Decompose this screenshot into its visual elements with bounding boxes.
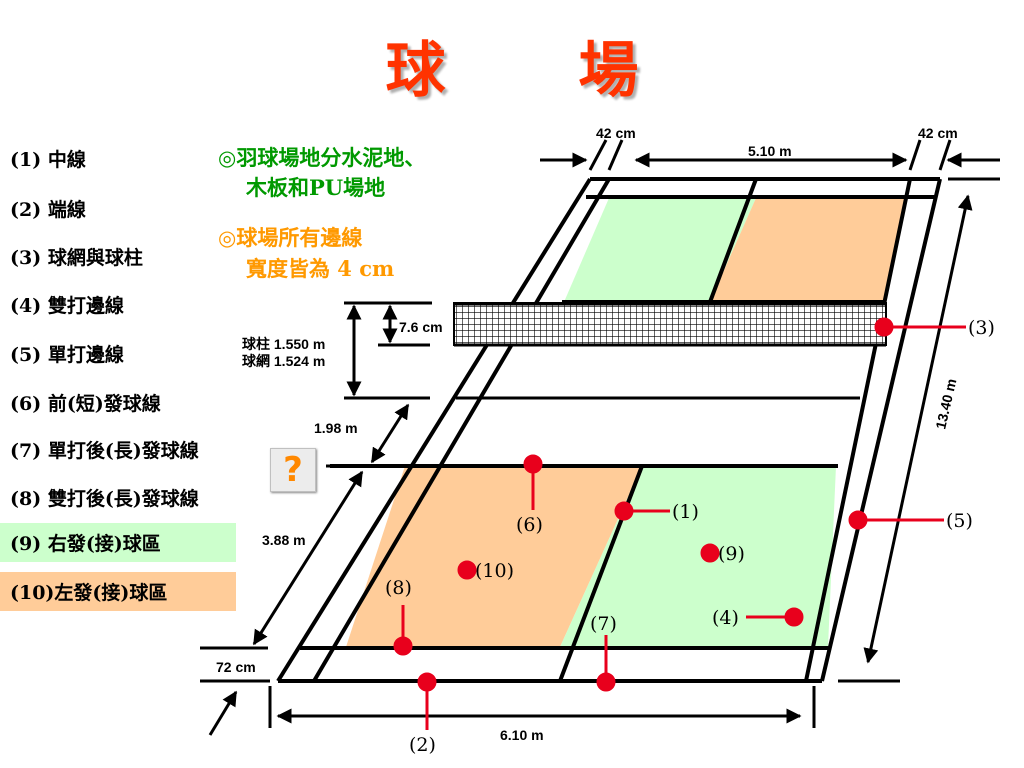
dim-side-margin-right: 42 cm <box>918 125 958 141</box>
dim-length: 13.40 m <box>932 377 959 431</box>
callout-7: (7) <box>590 613 617 635</box>
callout-1: (1) <box>672 501 699 523</box>
callout-6: (6) <box>516 514 543 536</box>
callout-9: (9) <box>718 543 745 565</box>
court-diagram: 42 cm 42 cm 5.10 m 7.6 cm 球柱 1.550 m 球網 … <box>200 125 1000 756</box>
dim-side-margin-left: 42 cm <box>596 125 636 141</box>
callout-10: (10) <box>475 560 514 582</box>
dim-net-tape: 7.6 cm <box>399 319 443 335</box>
dim-back-margin: 72 cm <box>216 659 256 675</box>
dim-net-height: 球網 1.524 m <box>242 353 325 369</box>
dim-short-service: 1.98 m <box>314 420 358 436</box>
callout-8: (8) <box>385 577 412 599</box>
callout-4: (4) <box>712 607 739 629</box>
dim-service-depth: 3.88 m <box>262 532 306 548</box>
callout-3: (3) <box>968 317 995 339</box>
dim-doubles-width: 6.10 m <box>500 727 544 743</box>
net <box>453 302 887 346</box>
callout-5: (5) <box>946 510 973 532</box>
help-button[interactable]: ? <box>270 448 316 492</box>
dim-post-height: 球柱 1.550 m <box>242 336 325 352</box>
dim-singles-width: 5.10 m <box>748 143 792 159</box>
callout-2: (2) <box>409 734 436 756</box>
